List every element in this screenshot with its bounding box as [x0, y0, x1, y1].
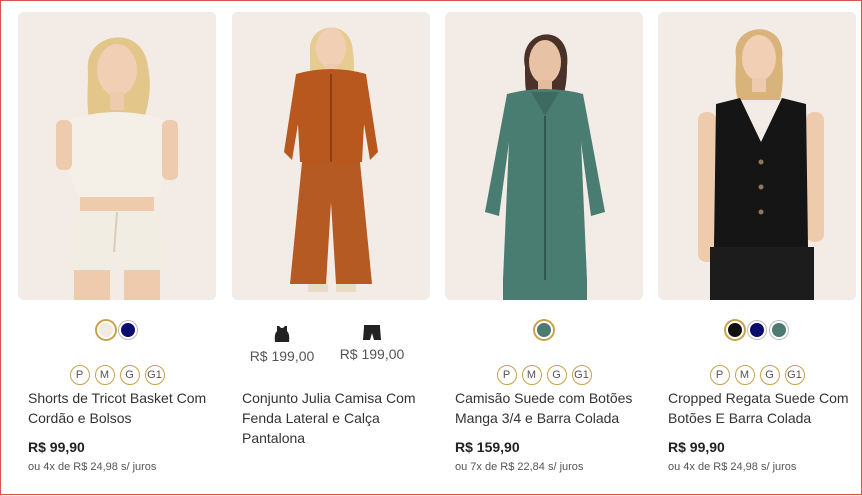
color-swatches [445, 320, 643, 342]
color-swatch[interactable] [770, 321, 788, 339]
product-price: R$ 99,90 [668, 439, 725, 455]
product-name[interactable]: Camisão Suede com Botões Manga 3/4 e Bar… [455, 388, 637, 428]
tank-top-icon [274, 326, 290, 342]
kit-item-price: R$ 199,00 [249, 348, 315, 364]
size-option[interactable]: G1 [784, 365, 805, 385]
product-image[interactable] [18, 12, 216, 300]
product-grid: P M G G1 Shorts de Tricot Basket Com Cor… [1, 1, 862, 496]
kit-item[interactable]: R$ 199,00 [242, 325, 322, 364]
product-name[interactable]: Shorts de Tricot Basket Com Cordão e Bol… [28, 388, 210, 428]
product-name[interactable]: Cropped Regata Suede Com Botões E Barra … [668, 388, 850, 428]
color-swatches [18, 320, 216, 342]
color-swatch[interactable] [726, 321, 744, 339]
product-card[interactable]: R$ 199,00 R$ 199,00 Conjunto Julia Camis… [232, 12, 430, 446]
product-name[interactable]: Conjunto Julia Camisa Com Fenda Lateral … [242, 388, 424, 448]
size-options: P M G G1 [18, 365, 216, 387]
size-option[interactable]: G [759, 365, 780, 385]
color-swatch[interactable] [748, 321, 766, 339]
color-swatch[interactable] [119, 321, 137, 339]
size-option[interactable]: P [496, 365, 517, 385]
product-card[interactable]: P M G G1 Cropped Regata Suede Com Botões… [658, 12, 856, 473]
product-card[interactable]: P M G G1 Shorts de Tricot Basket Com Cor… [18, 12, 216, 473]
kit-item[interactable]: R$ 199,00 [332, 325, 412, 362]
installments-text: ou 4x de R$ 24,98 s/ juros [668, 461, 797, 473]
shorts-icon [363, 325, 381, 340]
color-swatches [658, 320, 856, 342]
size-option[interactable]: G [119, 365, 140, 385]
product-price: R$ 99,90 [28, 439, 85, 455]
size-option[interactable]: P [709, 365, 730, 385]
product-card[interactable]: P M G G1 Camisão Suede com Botões Manga … [445, 12, 643, 473]
size-option[interactable]: G1 [144, 365, 165, 385]
color-swatch[interactable] [97, 321, 115, 339]
size-option[interactable]: G1 [571, 365, 592, 385]
product-image[interactable] [658, 12, 856, 300]
product-image[interactable] [232, 12, 430, 300]
product-image[interactable] [445, 12, 643, 300]
product-price: R$ 159,90 [455, 439, 520, 455]
installments-text: ou 4x de R$ 24,98 s/ juros [28, 461, 157, 473]
size-option[interactable]: M [521, 365, 542, 385]
size-option[interactable]: M [94, 365, 115, 385]
size-option[interactable]: G [546, 365, 567, 385]
size-option[interactable]: M [734, 365, 755, 385]
kit-item-price: R$ 199,00 [339, 346, 405, 362]
size-option[interactable]: P [69, 365, 90, 385]
color-swatch[interactable] [535, 321, 553, 339]
size-options: P M G G1 [445, 365, 643, 387]
size-options: P M G G1 [658, 365, 856, 387]
installments-text: ou 7x de R$ 22,84 s/ juros [455, 461, 584, 473]
